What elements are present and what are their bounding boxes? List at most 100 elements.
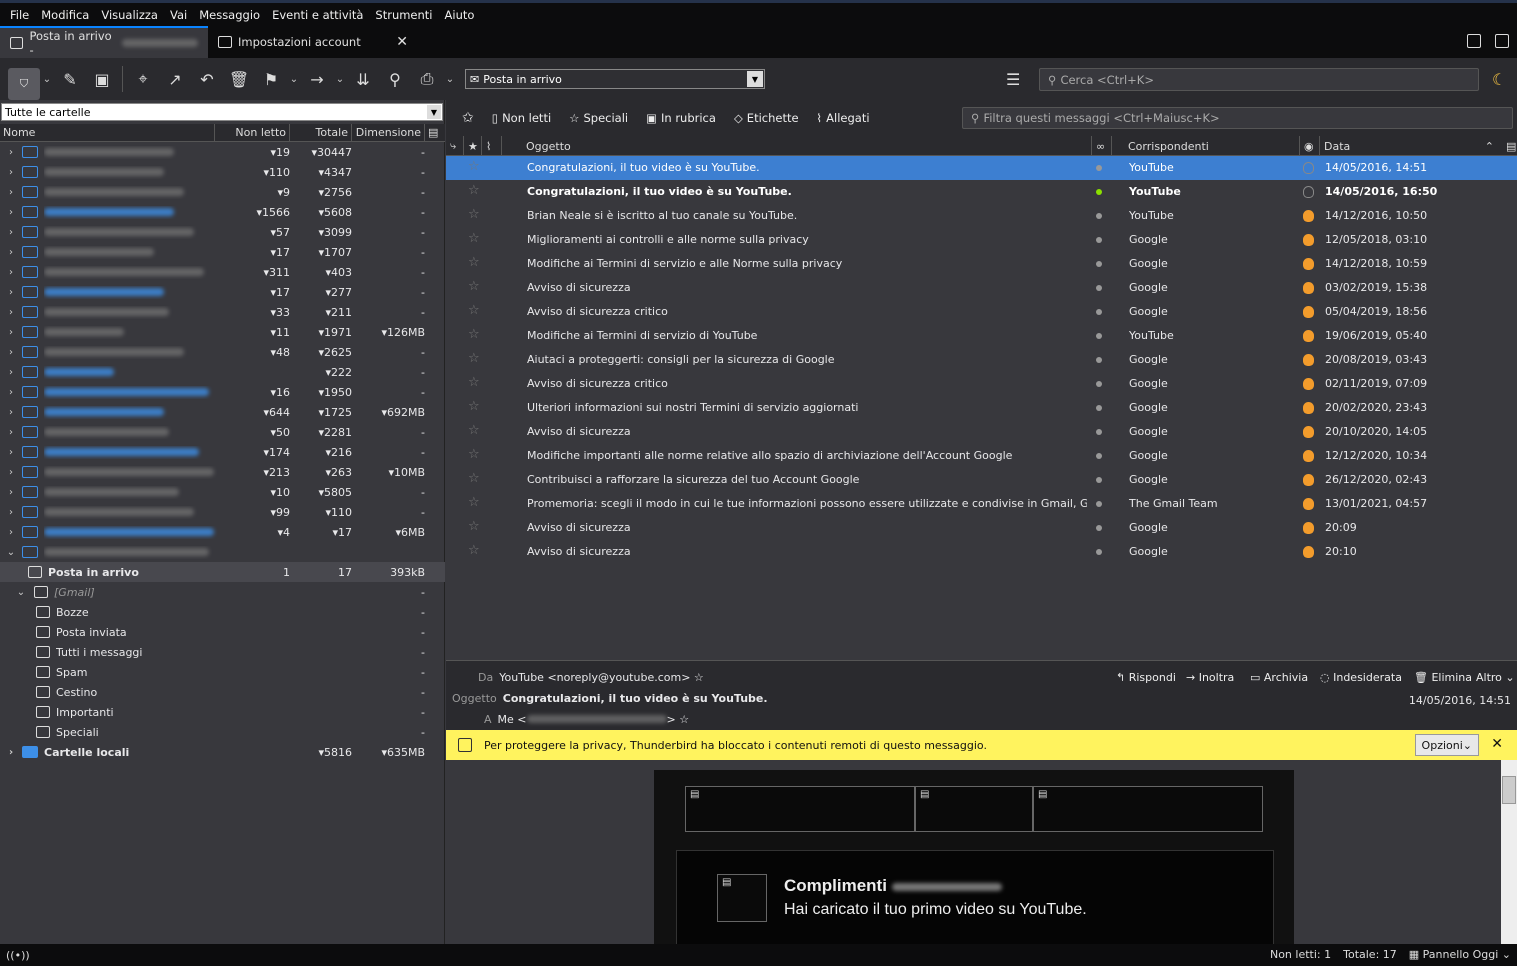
- read-status-dot[interactable]: [1096, 429, 1102, 435]
- column-picker-icon[interactable]: ▤: [1502, 136, 1517, 156]
- tab-inbox[interactable]: Posta in arrivo -: [0, 26, 208, 58]
- flame-icon[interactable]: [1303, 282, 1314, 294]
- account-row[interactable]: › ▾174 ▾216 -: [0, 442, 445, 462]
- account-row[interactable]: › ▾57 ▾3099 -: [0, 222, 445, 242]
- to-value[interactable]: Me <: [498, 713, 527, 726]
- chevron-right-icon[interactable]: ›: [4, 467, 18, 478]
- filter-unread[interactable]: ▯ Non letti: [486, 111, 557, 125]
- undo-button[interactable]: ↶: [191, 63, 223, 95]
- col-date[interactable]: Data ⌃: [1320, 136, 1500, 156]
- flame-icon[interactable]: [1303, 330, 1314, 342]
- dropdown-arrow-icon[interactable]: ▼: [747, 71, 763, 87]
- message-row[interactable]: ☆ Brian Neale si è iscritto al tuo canale…: [446, 204, 1517, 228]
- col-unread[interactable]: Non letto: [215, 124, 290, 141]
- account-row[interactable]: › ▾644 ▾1725 ▾692MB: [0, 402, 445, 422]
- account-row[interactable]: › ▾311 ▾403 -: [0, 262, 445, 282]
- star-icon[interactable]: ☆: [694, 671, 704, 684]
- read-status-dot[interactable]: [1096, 381, 1102, 387]
- online-status-icon[interactable]: ((•)): [6, 949, 30, 962]
- print-button[interactable]: ⎙: [411, 63, 443, 95]
- star-icon[interactable]: ☆: [468, 495, 480, 510]
- folder-gmail[interactable]: ⌄ [Gmail] -: [0, 582, 445, 602]
- write-button[interactable]: ✎: [54, 63, 86, 95]
- search-input[interactable]: ⚲ Cerca <Ctrl+K>: [1039, 68, 1479, 91]
- flame-icon[interactable]: [1303, 186, 1314, 198]
- chevron-right-icon[interactable]: ›: [4, 287, 18, 298]
- star-col-icon[interactable]: ★: [464, 136, 482, 156]
- address-book-button[interactable]: ▣: [86, 63, 118, 95]
- star-icon[interactable]: ☆: [468, 183, 480, 198]
- chevron-down-icon[interactable]: ⌄: [40, 74, 54, 85]
- message-row[interactable]: ☆ Modifiche ai Termini di servizio di You…: [446, 324, 1517, 348]
- chevron-right-icon[interactable]: ›: [4, 487, 18, 498]
- col-correspondents[interactable]: Corrispondenti: [1124, 136, 1300, 156]
- filter-tags[interactable]: ◇ Etichette: [728, 111, 805, 125]
- read-status-dot[interactable]: [1096, 333, 1102, 339]
- message-row[interactable]: ☆ Aiutaci a proteggerti: consigli per la …: [446, 348, 1517, 372]
- message-row[interactable]: ☆ Avviso di sicurezza critico Google 05/04/…: [446, 300, 1517, 324]
- junk-toggle-button[interactable]: ↗: [159, 63, 191, 95]
- message-row[interactable]: ☆ Modifiche importanti alle norme relativ…: [446, 444, 1517, 468]
- download-button[interactable]: ⇊: [347, 63, 379, 95]
- chevron-right-icon[interactable]: ›: [4, 387, 18, 398]
- tasks-icon[interactable]: [1495, 34, 1509, 48]
- column-picker-icon[interactable]: ▤: [425, 124, 445, 141]
- folder-6[interactable]: Speciali -: [0, 722, 445, 742]
- message-row[interactable]: ☆ Congratulazioni, il tuo video è su YouT…: [446, 156, 1517, 180]
- read-status-dot[interactable]: [1096, 165, 1102, 171]
- chevron-right-icon[interactable]: ›: [4, 187, 18, 198]
- account-row[interactable]: › ▾33 ▾211 -: [0, 302, 445, 322]
- scrollbar[interactable]: [1501, 760, 1517, 944]
- star-icon[interactable]: ☆: [468, 471, 480, 486]
- menu-item[interactable]: Strumenti: [369, 8, 438, 22]
- chevron-right-icon[interactable]: ›: [4, 507, 18, 518]
- chevron-right-icon[interactable]: ›: [4, 247, 18, 258]
- junk-col-icon[interactable]: ◉: [1300, 136, 1320, 156]
- chevron-right-icon[interactable]: ›: [4, 367, 18, 378]
- read-status-dot[interactable]: [1096, 525, 1102, 531]
- folder-5[interactable]: Importanti -: [0, 702, 445, 722]
- read-status-dot[interactable]: [1096, 453, 1102, 459]
- archive-button[interactable]: ▭ Archivia: [1250, 671, 1308, 684]
- account-row[interactable]: › ▾213 ▾263 ▾10MB: [0, 462, 445, 482]
- chevron-right-icon[interactable]: ›: [4, 307, 18, 318]
- chevron-right-icon[interactable]: ›: [4, 347, 18, 358]
- account-row[interactable]: › ▾110 ▾4347 -: [0, 162, 445, 182]
- account-row[interactable]: › ▾4 ▾17 ▾6MB: [0, 522, 445, 542]
- star-icon[interactable]: ☆: [468, 375, 480, 390]
- menu-item[interactable]: Visualizza: [95, 8, 164, 22]
- chevron-down-icon[interactable]: ⌄: [443, 74, 457, 85]
- star-icon[interactable]: ☆: [679, 713, 689, 726]
- message-row[interactable]: ☆ Avviso di sicurezza Google 20/10/2020, 14…: [446, 420, 1517, 444]
- flame-icon[interactable]: [1303, 354, 1314, 366]
- read-status-dot[interactable]: [1096, 357, 1102, 363]
- folder-view-select[interactable]: Tutte le cartelle ▼: [1, 103, 443, 121]
- reply-button[interactable]: ↰ Rispondi: [1116, 671, 1176, 684]
- broom-button[interactable]: ⚲: [379, 63, 411, 95]
- folder-location-select[interactable]: ✉ Posta in arrivo ▼: [465, 69, 765, 89]
- star-icon[interactable]: ☆: [468, 159, 480, 174]
- folder-1[interactable]: Posta inviata -: [0, 622, 445, 642]
- message-row[interactable]: ☆ Avviso di sicurezza Google 20:09: [446, 516, 1517, 540]
- chevron-right-icon[interactable]: ›: [4, 147, 18, 158]
- forward-button[interactable]: → Inoltra: [1186, 671, 1234, 684]
- today-pane-toggle[interactable]: ▦ Pannello Oggi ⌄: [1409, 948, 1511, 961]
- chevron-down-icon[interactable]: ⌄: [287, 74, 301, 85]
- star-icon[interactable]: ☆: [468, 207, 480, 222]
- chevron-right-icon[interactable]: ›: [4, 207, 18, 218]
- flame-icon[interactable]: [1303, 162, 1314, 174]
- star-icon[interactable]: ☆: [468, 351, 480, 366]
- star-icon[interactable]: ☆: [468, 519, 480, 534]
- close-icon[interactable]: ✕: [1491, 736, 1503, 752]
- star-icon[interactable]: ☆: [468, 231, 480, 246]
- star-icon[interactable]: ☆: [468, 327, 480, 342]
- pin-icon[interactable]: ✩: [456, 110, 480, 126]
- flame-icon[interactable]: [1303, 546, 1314, 558]
- folder-inbox[interactable]: Posta in arrivo 1 17 393kB: [0, 562, 445, 582]
- menu-item[interactable]: Modifica: [35, 8, 95, 22]
- flame-icon[interactable]: [1303, 522, 1314, 534]
- chevron-right-icon[interactable]: ›: [4, 227, 18, 238]
- col-subject[interactable]: Oggetto: [522, 136, 1092, 156]
- folder-0[interactable]: Bozze -: [0, 602, 445, 622]
- delete-button[interactable]: 🗑 Elimina: [1414, 671, 1472, 684]
